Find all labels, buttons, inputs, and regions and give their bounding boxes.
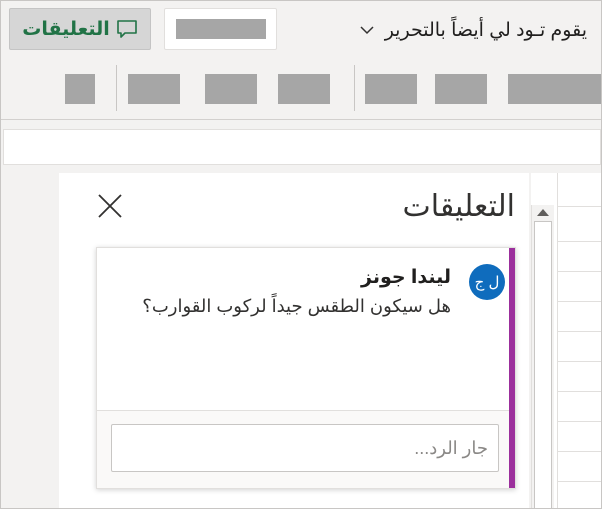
grid-line [557, 391, 601, 392]
toolbar-separator [354, 65, 355, 111]
co-authoring-status[interactable]: يقوم تـود لي أيضاً بالتحرير [359, 15, 587, 45]
close-icon [95, 191, 125, 221]
placeholder-fill [176, 19, 266, 39]
comments-button[interactable]: التعليقات [9, 8, 151, 50]
scroll-track[interactable] [534, 221, 552, 508]
toolbar-tool-1[interactable] [65, 74, 95, 104]
formula-bar[interactable] [3, 129, 601, 165]
scroll-up-arrow-icon[interactable] [537, 209, 549, 216]
comment-accent-bar [509, 248, 515, 488]
grid-line [557, 173, 558, 508]
comments-button-label: التعليقات [22, 18, 110, 40]
toolbar-separator [116, 65, 117, 111]
grid-line [557, 481, 601, 482]
pane-scrollbar[interactable] [531, 205, 554, 508]
reply-input[interactable] [111, 424, 499, 472]
toolbar-tool-6[interactable] [435, 74, 487, 104]
chevron-down-icon [359, 22, 375, 38]
comment-icon [116, 19, 138, 39]
toolbar-tool-5[interactable] [365, 74, 417, 104]
close-pane-button[interactable] [95, 191, 125, 221]
grid-line [557, 451, 601, 452]
grid-line [557, 206, 601, 207]
grid-line [557, 361, 601, 362]
pane-title: التعليقات [402, 190, 515, 223]
grid-line [557, 271, 601, 272]
app-window: يقوم تـود لي أيضاً بالتحرير التعليقات ال… [0, 0, 602, 509]
grid-line [557, 331, 601, 332]
toolbar-tool-4[interactable] [278, 74, 330, 104]
grid-line [557, 421, 601, 422]
toolbar-tool-3[interactable] [205, 74, 257, 104]
comment-message: هل سيكون الطقس جيداً لركوب القوارب؟ [142, 296, 451, 316]
toolbar-tool-7[interactable] [508, 74, 601, 104]
avatar: ل ج [469, 264, 505, 300]
share-placeholder-button[interactable] [164, 8, 277, 50]
comment-author: ليندا جونز [361, 267, 451, 288]
comment-card[interactable]: ل ج ليندا جونز هل سيكون الطقس جيداً لركو… [96, 247, 516, 489]
grid-line [557, 241, 601, 242]
ribbon: يقوم تـود لي أيضاً بالتحرير التعليقات [1, 1, 601, 120]
toolbar-tool-2[interactable] [128, 74, 180, 104]
co-authoring-status-text: يقوم تـود لي أيضاً بالتحرير [384, 19, 587, 41]
grid-line [557, 301, 601, 302]
